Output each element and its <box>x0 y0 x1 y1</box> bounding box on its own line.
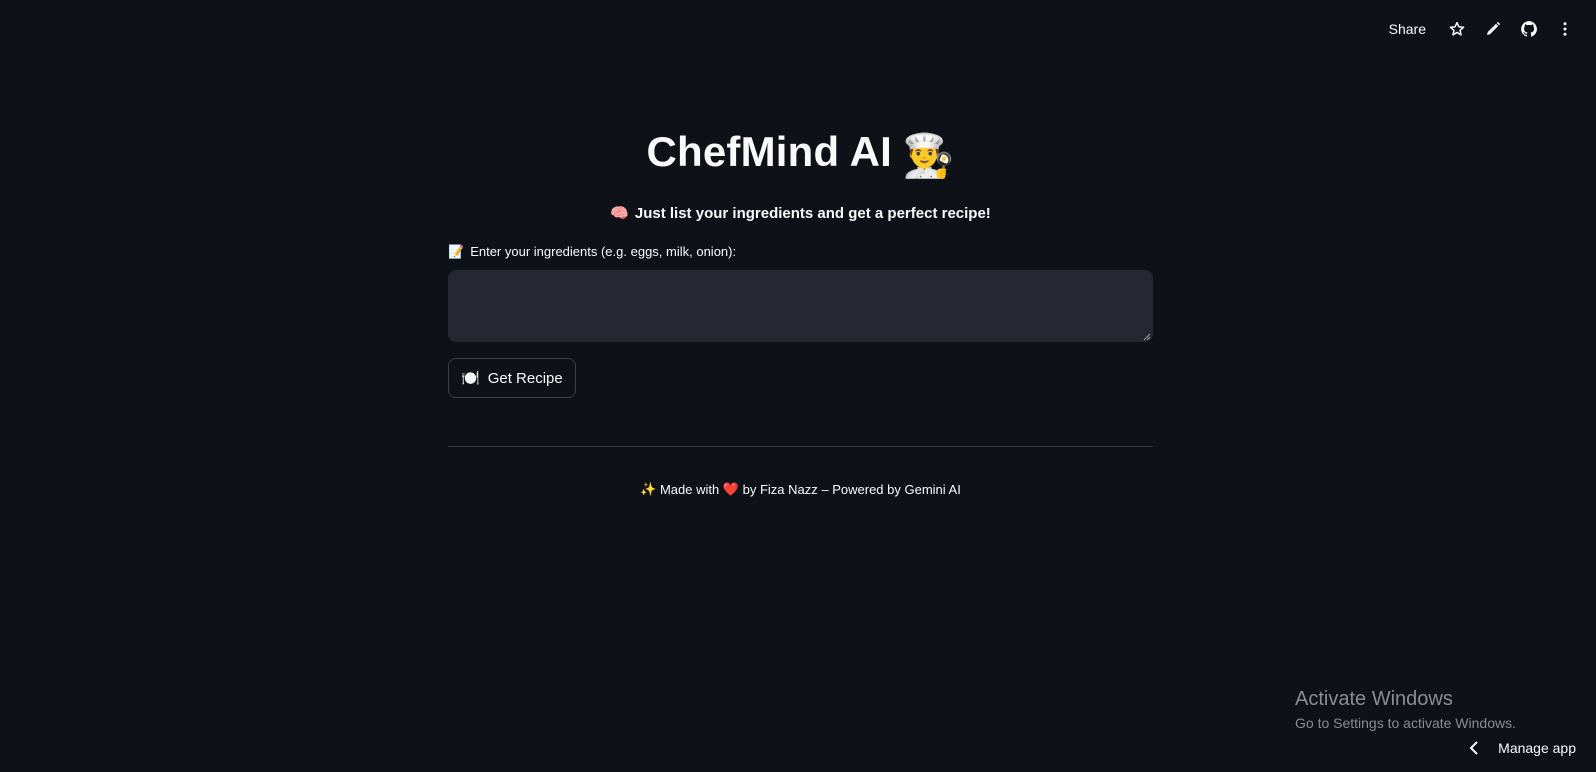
resize-handle-icon[interactable] <box>1143 333 1151 341</box>
share-button[interactable]: Share <box>1389 21 1426 37</box>
sparkle-icon: ✨ <box>640 481 657 497</box>
manage-app-label: Manage app <box>1498 740 1576 756</box>
ingredients-label: 📝 Enter your ingredients (e.g. eggs, milk… <box>448 244 736 260</box>
plate-icon: 🍽️ <box>461 370 480 387</box>
footer-credit: by Fiza Nazz – Powered by Gemini AI <box>742 482 961 498</box>
star-icon[interactable] <box>1446 18 1468 40</box>
chevron-left-icon <box>1469 741 1478 755</box>
watermark-subtitle: Go to Settings to activate Windows. <box>1295 715 1516 731</box>
footer: ✨ Made with ❤️ by Fiza Nazz – Powered by… <box>448 481 1153 498</box>
subtitle-text: Just list your ingredients and get a per… <box>634 205 991 222</box>
divider <box>448 446 1153 447</box>
page-subtitle: 🧠 Just list your ingredients and get a pe… <box>448 204 1153 222</box>
watermark-title: Activate Windows <box>1295 688 1453 710</box>
get-recipe-label: Get Recipe <box>487 369 563 387</box>
heart-icon: ❤️ <box>722 481 740 497</box>
memo-icon: 📝 <box>448 244 465 259</box>
ingredients-label-text: Enter your ingredients (e.g. eggs, milk,… <box>470 244 737 259</box>
chef-icon: 👨‍🍳 <box>902 132 955 179</box>
github-icon[interactable] <box>1518 18 1540 40</box>
footer-made-with: Made with <box>659 482 720 498</box>
get-recipe-button[interactable]: 🍽️ Get Recipe <box>448 358 576 398</box>
more-vertical-icon[interactable] <box>1554 18 1576 40</box>
page-title-text: ChefMind AI <box>646 128 893 175</box>
ingredients-input[interactable] <box>448 270 1153 342</box>
app-root: Share ChefMind AI 👨‍🍳 🧠 Just list your ing… <box>0 0 1596 772</box>
page-title: ChefMind AI 👨‍🍳 <box>448 128 1153 181</box>
top-toolbar: Share <box>1389 16 1576 42</box>
pencil-icon[interactable] <box>1482 18 1504 40</box>
brain-icon: 🧠 <box>610 205 629 222</box>
manage-app-button[interactable]: Manage app <box>1468 740 1576 756</box>
activate-windows-watermark: Activate Windows Go to Settings to activ… <box>1295 688 1516 731</box>
